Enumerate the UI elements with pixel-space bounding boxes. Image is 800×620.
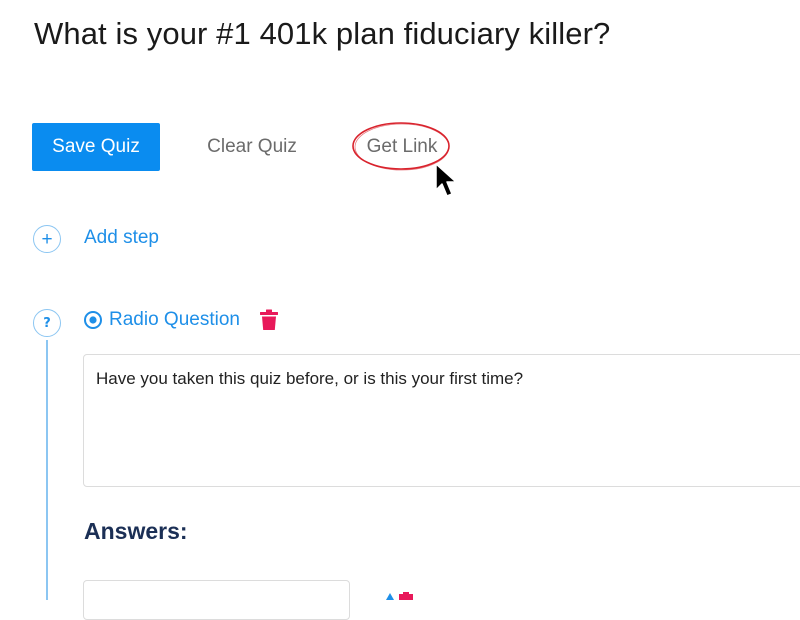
question-step-icon: ? bbox=[33, 309, 61, 337]
answers-heading: Answers: bbox=[84, 518, 188, 544]
question-mark-icon: ? bbox=[43, 315, 51, 331]
answer-input[interactable] bbox=[83, 580, 350, 620]
page-title: What is your #1 401k plan fiduciary kill… bbox=[34, 16, 611, 51]
question-type-label: Radio Question bbox=[109, 309, 240, 330]
delete-question-trash-icon[interactable] bbox=[259, 309, 279, 331]
add-step-icon[interactable]: + bbox=[33, 225, 61, 253]
add-step-link[interactable]: Add step bbox=[84, 227, 159, 249]
answer-tools-icon[interactable] bbox=[385, 592, 431, 600]
clear-quiz-button[interactable]: Clear Quiz bbox=[190, 123, 314, 171]
plus-icon: + bbox=[41, 228, 53, 250]
radio-button-icon bbox=[84, 311, 102, 329]
get-link-button[interactable]: Get Link bbox=[352, 123, 452, 171]
step-connector-line bbox=[46, 340, 48, 600]
save-quiz-button[interactable]: Save Quiz bbox=[32, 123, 160, 171]
question-text-input[interactable]: Have you taken this quiz before, or is t… bbox=[83, 354, 800, 487]
